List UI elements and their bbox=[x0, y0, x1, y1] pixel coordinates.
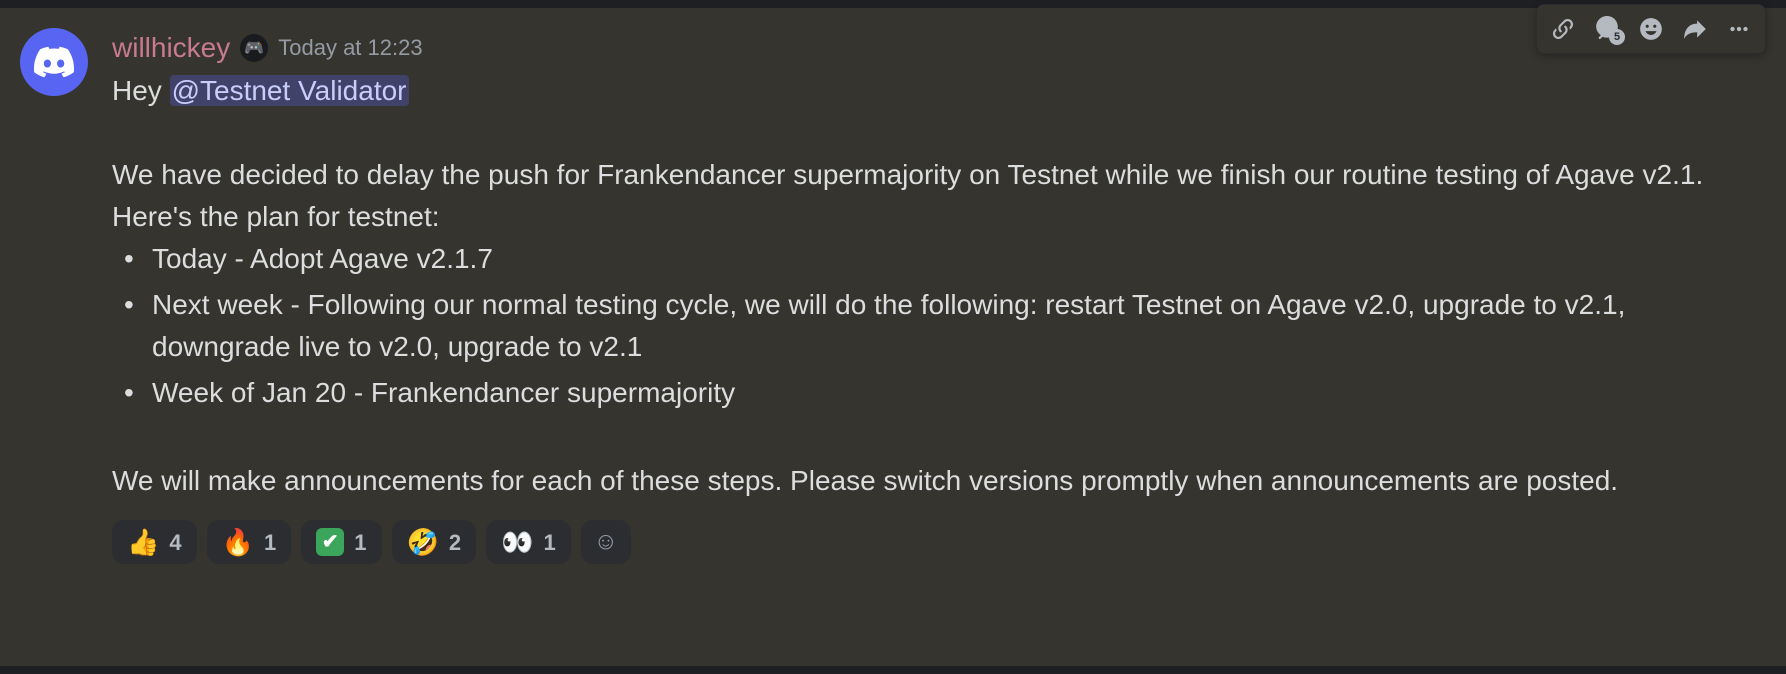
bottom-divider bbox=[0, 666, 1786, 674]
reaction-count: 1 bbox=[544, 526, 556, 559]
check-mark-icon: ✔ bbox=[316, 528, 344, 556]
avatar[interactable] bbox=[20, 28, 88, 96]
reaction-eyes[interactable]: 👀 1 bbox=[486, 520, 571, 564]
reactions-bar: 👍 4 🔥 1 ✔ 1 🤣 2 👀 1 bbox=[112, 520, 1766, 564]
timestamp: Today at 12:23 bbox=[278, 35, 422, 61]
greeting-line: Hey @Testnet Validator bbox=[112, 70, 1766, 112]
paragraph-1: We have decided to delay the push for Fr… bbox=[112, 154, 1766, 238]
list-item: Today - Adopt Agave v2.1.7 bbox=[116, 238, 1766, 280]
discord-logo-icon bbox=[34, 42, 74, 82]
forward-icon bbox=[1682, 16, 1708, 42]
list-item: Next week - Following our normal testing… bbox=[116, 284, 1766, 368]
message-container: 5 willhickey 🎮 Today at bbox=[0, 8, 1786, 564]
role-mention[interactable]: @Testnet Validator bbox=[170, 75, 409, 106]
reaction-rofl[interactable]: 🤣 2 bbox=[392, 520, 477, 564]
user-badge[interactable]: 🎮 bbox=[240, 34, 268, 62]
message-hover-toolbar: 5 bbox=[1536, 4, 1766, 54]
username[interactable]: willhickey bbox=[112, 32, 230, 64]
greeting-text: Hey bbox=[112, 75, 170, 106]
eyes-icon: 👀 bbox=[501, 529, 533, 555]
reaction-count: 4 bbox=[169, 526, 181, 559]
reaction-thumbs-up[interactable]: 👍 4 bbox=[112, 520, 197, 564]
more-icon bbox=[1726, 16, 1752, 42]
threads-button[interactable]: 5 bbox=[1585, 9, 1629, 49]
link-icon bbox=[1550, 16, 1576, 42]
copy-link-button[interactable] bbox=[1541, 9, 1585, 49]
message-header: willhickey 🎮 Today at 12:23 bbox=[112, 32, 1766, 64]
list-item: Week of Jan 20 - Frankendancer supermajo… bbox=[116, 372, 1766, 414]
add-reaction-button[interactable]: ☺ bbox=[581, 520, 631, 564]
reaction-count: 2 bbox=[449, 526, 461, 559]
smiley-icon bbox=[1638, 16, 1664, 42]
bullet-list: Today - Adopt Agave v2.1.7 Next week - F… bbox=[112, 238, 1766, 414]
paragraph-2: We will make announcements for each of t… bbox=[112, 460, 1766, 502]
reaction-check[interactable]: ✔ 1 bbox=[301, 520, 381, 564]
message-body: Hey @Testnet Validator We have decided t… bbox=[112, 70, 1766, 564]
reaction-count: 1 bbox=[354, 526, 366, 559]
message-content: willhickey 🎮 Today at 12:23 Hey @Testnet… bbox=[112, 28, 1766, 564]
thumbs-up-icon: 👍 bbox=[127, 529, 159, 555]
smiley-add-icon: ☺ bbox=[593, 524, 618, 560]
more-button[interactable] bbox=[1717, 9, 1761, 49]
thread-count-badge: 5 bbox=[1609, 29, 1625, 45]
fire-icon: 🔥 bbox=[222, 529, 254, 555]
add-reaction-button[interactable] bbox=[1629, 9, 1673, 49]
reaction-fire[interactable]: 🔥 1 bbox=[207, 520, 292, 564]
forward-button[interactable] bbox=[1673, 9, 1717, 49]
rofl-icon: 🤣 bbox=[407, 529, 439, 555]
game-controller-icon: 🎮 bbox=[244, 38, 264, 58]
reaction-count: 1 bbox=[264, 526, 276, 559]
top-divider bbox=[0, 0, 1786, 8]
